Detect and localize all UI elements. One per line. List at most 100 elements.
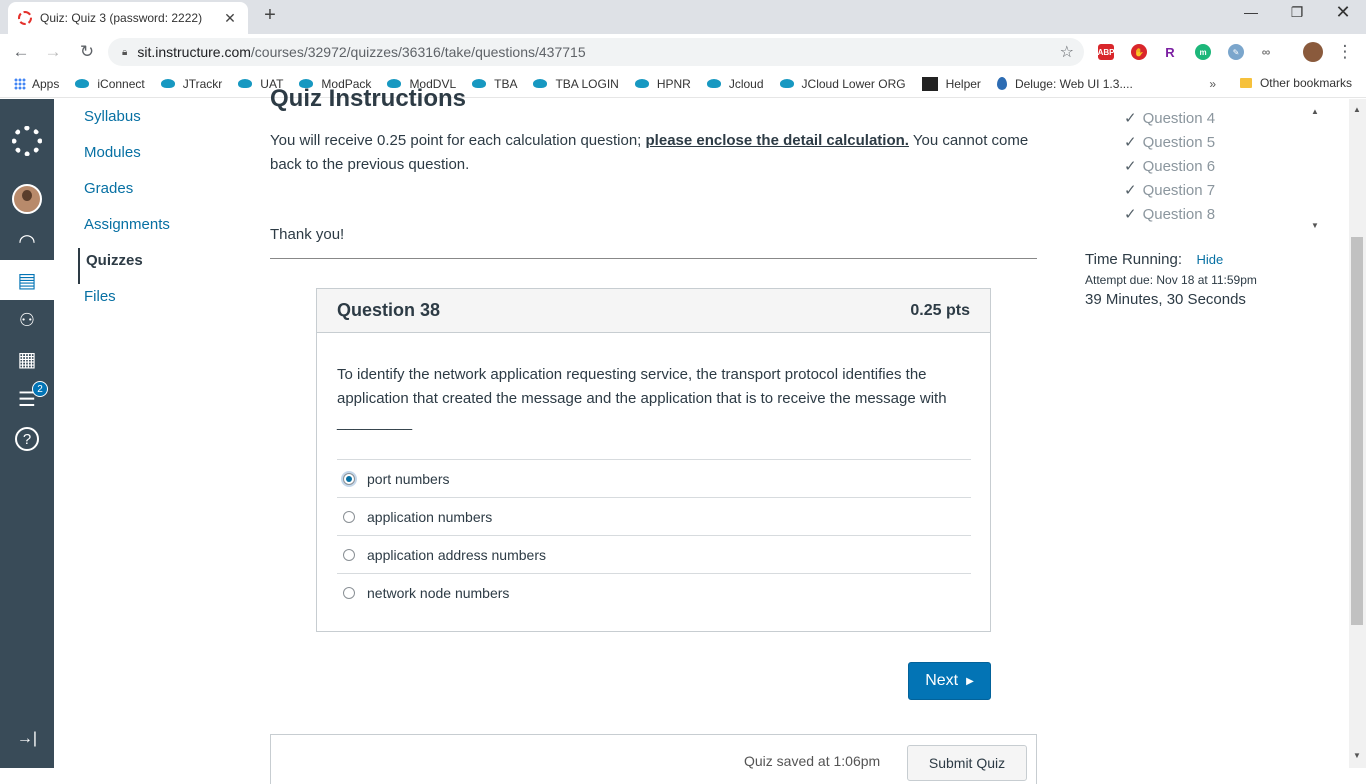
scrollbar-thumb[interactable] — [1351, 237, 1363, 625]
bookmark-apps[interactable]: Apps — [32, 77, 59, 91]
close-tab-icon[interactable]: ✕ — [222, 10, 238, 27]
scroll-down-arrow-icon[interactable]: ▼ — [1353, 751, 1361, 760]
instructions-text: You will receive 0.25 point for each cal… — [270, 132, 1029, 173]
profile-avatar-icon[interactable] — [1303, 42, 1323, 62]
browser-tab-bar: Quiz: Quiz 3 (password: 2222) ✕ + — ❐ ✕ — [0, 0, 1366, 34]
answer-option[interactable]: port numbers — [337, 459, 971, 497]
url-path: /courses/32972/quizzes/36316/take/questi… — [250, 44, 586, 60]
salesforce-cloud-icon — [779, 79, 794, 88]
new-tab-icon[interactable]: + — [260, 4, 280, 27]
browser-menu-icon[interactable]: ⋮ — [1334, 42, 1356, 62]
quiz-footer: Quiz saved at 1:06pm Submit Quiz — [270, 734, 1037, 784]
answer-option[interactable]: application numbers — [337, 497, 971, 535]
calendar-icon[interactable]: ▦ — [0, 339, 54, 379]
salesforce-cloud-icon — [160, 79, 175, 88]
restore-window-icon[interactable]: ❐ — [1282, 4, 1312, 21]
m-extension-icon[interactable]: m — [1195, 44, 1211, 60]
instructions-emphasis: please enclose the detail calculation. — [645, 132, 909, 149]
r-extension-icon[interactable]: R — [1162, 44, 1178, 60]
bookmarks-bar: Apps iConnect JTrackr UAT ModPack ModDVL… — [0, 70, 1366, 98]
check-icon: ✓ — [1124, 206, 1137, 223]
question-header: Question 38 0.25 pts — [317, 289, 990, 333]
bookmark-helper[interactable]: Helper — [921, 76, 981, 91]
hide-timer-link[interactable]: Hide — [1196, 252, 1223, 267]
bookmark-tba-login[interactable]: TBA LOGIN — [533, 77, 619, 91]
courses-icon[interactable]: ▤ — [0, 260, 54, 300]
question-link-7[interactable]: ✓ Question 7 — [1124, 181, 1215, 200]
scroll-up-arrow-icon[interactable]: ▲ — [1353, 105, 1361, 114]
answer-option[interactable]: application address numbers — [337, 535, 971, 573]
browser-tab[interactable]: Quiz: Quiz 3 (password: 2222) ✕ — [8, 2, 248, 34]
reload-icon[interactable]: ↻ — [76, 42, 98, 62]
question-list-scrollbar[interactable]: ▲ ▼ — [1305, 99, 1325, 236]
divider — [270, 258, 1037, 259]
account-avatar[interactable] — [0, 179, 54, 219]
course-nav-modules[interactable]: Modules — [78, 140, 238, 176]
check-icon: ✓ — [1124, 158, 1137, 175]
groups-icon[interactable]: ⚇ — [0, 300, 54, 340]
course-nav-grades[interactable]: Grades — [78, 176, 238, 212]
adblock-extension-icon[interactable]: ABP — [1098, 44, 1114, 60]
radio-button-selected[interactable] — [343, 472, 355, 485]
timer-label: Time Running: — [1085, 251, 1182, 268]
attempt-due: Attempt due: Nov 18 at 11:59pm — [1085, 273, 1257, 287]
quiz-saved-status: Quiz saved at 1:06pm — [744, 753, 881, 769]
radio-button[interactable] — [343, 510, 355, 523]
tab-title: Quiz: Quiz 3 (password: 2222) — [40, 11, 203, 25]
quiz-timer: Time Running: Hide Attempt due: Nov 18 a… — [1085, 251, 1257, 308]
avatar — [12, 184, 42, 214]
salesforce-cloud-icon — [238, 79, 253, 88]
question-text: To identify the network application requ… — [337, 366, 947, 431]
answer-list: port numbers application numbers applica… — [337, 459, 971, 611]
stop-extension-icon[interactable]: ✋ — [1131, 44, 1147, 60]
more-bookmarks-chevron-icon[interactable]: » — [1209, 77, 1216, 91]
next-button[interactable]: Next ▶ — [908, 662, 991, 700]
course-navigation: Syllabus Modules Grades Assignments Quiz… — [78, 104, 238, 320]
question-link-5[interactable]: ✓ Question 5 — [1124, 133, 1215, 152]
bookmark-hpnr[interactable]: HPNR — [634, 77, 691, 91]
page-scrollbar[interactable]: ▲ ▼ — [1349, 99, 1366, 768]
bookmark-deluge[interactable]: Deluge: Web UI 1.3.... — [996, 77, 1133, 91]
bookmark-star-icon[interactable]: ☆ — [1060, 42, 1074, 62]
check-icon: ✓ — [1124, 182, 1137, 199]
scroll-down-arrow-icon[interactable]: ▼ — [1311, 221, 1319, 230]
answer-option[interactable]: network node numbers — [337, 573, 971, 611]
caret-right-icon: ▶ — [966, 675, 974, 687]
bookmark-jcloud-lower-org[interactable]: JCloud Lower ORG — [779, 77, 906, 91]
other-bookmarks[interactable]: Other bookmarks — [1239, 76, 1352, 90]
radio-button[interactable] — [343, 586, 355, 599]
address-bar[interactable]: 🔒︎ sit.instructure.com /courses/32972/qu… — [108, 38, 1084, 66]
question-link-6[interactable]: ✓ Question 6 — [1124, 157, 1215, 176]
dashboard-icon[interactable]: ◠ — [0, 221, 54, 261]
question-title: Question 38 — [337, 300, 441, 320]
help-icon[interactable]: ? — [0, 419, 54, 459]
time-remaining: 39 Minutes, 30 Seconds — [1085, 291, 1246, 308]
course-nav-syllabus[interactable]: Syllabus — [78, 104, 238, 140]
canvas-logo-icon[interactable] — [0, 121, 54, 161]
back-icon[interactable]: ← — [10, 42, 32, 62]
course-nav-files[interactable]: Files — [78, 284, 238, 320]
answer-label: application numbers — [367, 508, 493, 525]
bookmark-tba[interactable]: TBA — [472, 77, 517, 91]
apps-grid-icon[interactable] — [14, 77, 26, 90]
course-nav-assignments[interactable]: Assignments — [78, 212, 238, 248]
radio-button[interactable] — [343, 548, 355, 561]
lock-icon: 🔒︎ — [122, 46, 128, 58]
submit-quiz-button[interactable]: Submit Quiz — [907, 745, 1027, 781]
inbox-icon[interactable]: ☰ 2 — [0, 379, 54, 419]
bookmark-jtrackr[interactable]: JTrackr — [160, 77, 222, 91]
bookmark-jcloud[interactable]: Jcloud — [706, 77, 764, 91]
question-link-4[interactable]: ✓ Question 4 — [1124, 109, 1215, 128]
close-window-icon[interactable]: ✕ — [1328, 2, 1358, 23]
scroll-up-arrow-icon[interactable]: ▲ — [1311, 107, 1319, 116]
bookmark-iconnect[interactable]: iConnect — [75, 77, 145, 91]
browser-toolbar: ← → ↻ 🔒︎ sit.instructure.com /courses/32… — [0, 34, 1366, 70]
question-link-8[interactable]: ✓ Question 8 — [1124, 205, 1215, 224]
course-nav-quizzes[interactable]: Quizzes — [78, 248, 238, 284]
minimize-window-icon[interactable]: — — [1236, 4, 1266, 20]
collapse-nav-icon[interactable]: →| — [0, 719, 54, 759]
glasses-extension-icon[interactable]: ∞ — [1258, 44, 1274, 60]
deluge-drop-icon — [996, 77, 1007, 90]
compass-extension-icon[interactable]: ✎ — [1228, 44, 1244, 60]
forward-icon[interactable]: → — [42, 42, 64, 62]
